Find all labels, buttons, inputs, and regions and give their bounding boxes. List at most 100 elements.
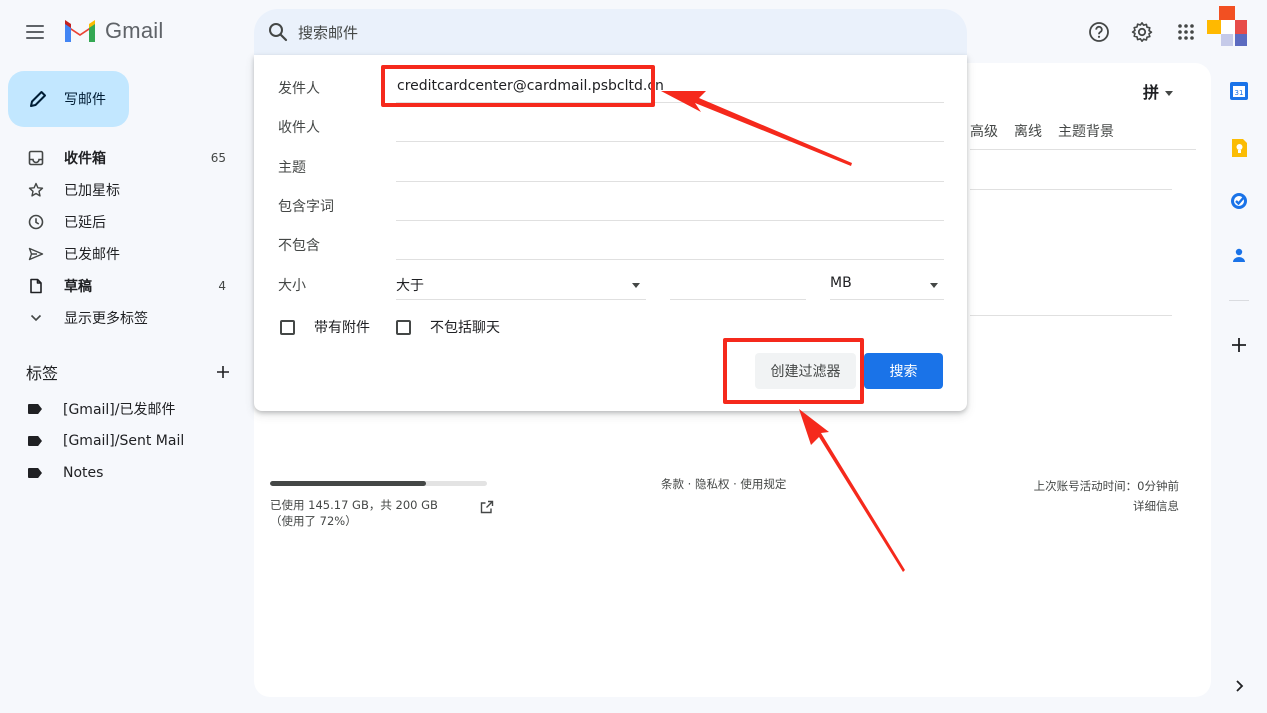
caret-down-icon bbox=[930, 283, 938, 292]
settings-gear-icon[interactable] bbox=[1131, 21, 1153, 43]
sidebar-item-label: 收件箱 bbox=[64, 151, 106, 167]
search-bar[interactable]: 搜索邮件 bbox=[254, 9, 967, 55]
storage-bar-fill bbox=[270, 481, 427, 486]
labels-header: 标签 bbox=[26, 360, 230, 384]
size-row: 大小 大于 MB bbox=[278, 270, 944, 300]
unread-count: 65 bbox=[210, 151, 226, 165]
calendar-icon[interactable]: 31 bbox=[1229, 81, 1249, 101]
settings-link-advanced[interactable]: 高级 bbox=[970, 121, 998, 141]
search-button[interactable]: 搜索 bbox=[864, 353, 943, 389]
apps-grid-icon[interactable] bbox=[1175, 21, 1197, 43]
storage-usage: 已使用 145.17 GB，共 200 GB（使用了 72%） bbox=[270, 481, 494, 529]
label-tag-icon bbox=[28, 404, 42, 414]
gmail-logo[interactable]: Gmail bbox=[63, 18, 163, 44]
footer-links[interactable]: 条款 · 隐私权 · 使用规定 bbox=[661, 476, 786, 492]
details-link[interactable]: 详细信息 bbox=[1034, 496, 1179, 516]
caret-down-icon bbox=[1165, 91, 1174, 100]
no-words-field[interactable] bbox=[396, 230, 944, 260]
last-activity: 上次账号活动时间：0分钟前 bbox=[1033, 479, 1179, 493]
input-tools-button[interactable]: 拼 bbox=[1143, 79, 1174, 103]
has-words-row: 包含字词 bbox=[278, 191, 944, 221]
label-item-text: [Gmail]/Sent Mail bbox=[63, 433, 185, 449]
add-addon-icon[interactable] bbox=[1229, 335, 1249, 355]
settings-link-offline[interactable]: 离线 bbox=[1014, 121, 1042, 141]
sidebar-item-more[interactable]: 显示更多标签 bbox=[0, 302, 240, 334]
to-field[interactable] bbox=[396, 112, 944, 142]
sidebar-item-sent[interactable]: 已发邮件 bbox=[0, 238, 240, 270]
main-menu-button[interactable] bbox=[25, 22, 45, 42]
highlight-box bbox=[723, 338, 864, 404]
has-attachment-checkbox[interactable] bbox=[280, 319, 295, 335]
input-tools-label: 拼 bbox=[1143, 83, 1160, 102]
settings-link-themes[interactable]: 主题背景 bbox=[1058, 121, 1114, 141]
subject-field[interactable] bbox=[396, 152, 944, 182]
to-label: 收件人 bbox=[278, 120, 320, 136]
search-input[interactable]: 搜索邮件 bbox=[298, 22, 358, 43]
open-external-icon[interactable] bbox=[480, 500, 494, 514]
label-tag-icon bbox=[28, 436, 42, 446]
draft-count: 4 bbox=[218, 279, 226, 293]
label-list: [Gmail]/已发邮件 [Gmail]/Sent Mail Notes bbox=[0, 393, 240, 489]
label-item[interactable]: [Gmail]/Sent Mail bbox=[0, 425, 240, 457]
has-words-field[interactable] bbox=[396, 191, 944, 221]
sidebar-item-label: 草稿 bbox=[64, 279, 92, 295]
storage-text: 已使用 145.17 GB，共 200 GB（使用了 72%） bbox=[270, 498, 438, 528]
svg-text:31: 31 bbox=[1235, 89, 1244, 97]
menu-icon bbox=[26, 25, 44, 27]
star-icon bbox=[27, 181, 45, 199]
tasks-icon[interactable] bbox=[1229, 191, 1249, 211]
gmail-m-icon bbox=[65, 20, 95, 42]
chevron-down-icon bbox=[27, 309, 45, 327]
inbox-icon bbox=[27, 149, 45, 167]
keep-icon[interactable] bbox=[1229, 138, 1249, 158]
app-name: Gmail bbox=[105, 18, 164, 43]
sidebar-item-drafts[interactable]: 草稿 4 bbox=[0, 270, 240, 302]
size-operator-value: 大于 bbox=[396, 278, 424, 294]
has-words-label: 包含字词 bbox=[278, 199, 334, 215]
chevron-right-icon[interactable] bbox=[1229, 676, 1249, 696]
add-label-icon[interactable] bbox=[216, 365, 230, 379]
file-icon bbox=[27, 277, 45, 295]
to-row: 收件人 bbox=[278, 112, 944, 142]
label-item-text: Notes bbox=[63, 465, 104, 481]
divider bbox=[1229, 300, 1249, 301]
settings-links: 高级 离线 主题背景 bbox=[970, 121, 1114, 141]
size-unit-value: MB bbox=[830, 275, 852, 291]
has-attachment-label: 带有附件 bbox=[314, 320, 370, 336]
sidebar-item-label: 显示更多标签 bbox=[64, 311, 148, 327]
labels-title: 标签 bbox=[26, 364, 59, 383]
exclude-chats-checkbox[interactable] bbox=[396, 319, 411, 335]
sidebar-item-starred[interactable]: 已加星标 bbox=[0, 174, 240, 206]
send-icon bbox=[27, 245, 45, 263]
clock-icon bbox=[27, 213, 45, 231]
checkbox-row: 带有附件 不包括聊天 bbox=[280, 317, 500, 337]
sidebar-item-label: 已发邮件 bbox=[64, 247, 120, 263]
size-value-input[interactable] bbox=[670, 270, 806, 300]
help-icon[interactable] bbox=[1088, 21, 1110, 43]
sidebar-item-label: 已延后 bbox=[64, 215, 106, 231]
contacts-icon[interactable] bbox=[1229, 245, 1249, 265]
label-item[interactable]: Notes bbox=[0, 457, 240, 489]
label-item-text: [Gmail]/已发邮件 bbox=[63, 402, 176, 418]
subject-label: 主题 bbox=[278, 160, 306, 176]
sidebar-nav: 收件箱 65 已加星标 已延后 已发邮件 草稿 4 显示更多标签 bbox=[0, 142, 240, 334]
divider bbox=[970, 189, 1172, 190]
compose-label: 写邮件 bbox=[64, 92, 106, 108]
sidebar-item-snoozed[interactable]: 已延后 bbox=[0, 206, 240, 238]
divider bbox=[970, 149, 1196, 150]
size-unit-select[interactable]: MB bbox=[830, 270, 944, 300]
account-activity: 上次账号活动时间：0分钟前 详细信息 bbox=[1034, 476, 1179, 516]
divider bbox=[970, 315, 1172, 316]
exclude-chats-label: 不包括聊天 bbox=[430, 320, 500, 336]
label-item[interactable]: [Gmail]/已发邮件 bbox=[0, 393, 240, 425]
size-operator-select[interactable]: 大于 bbox=[396, 270, 646, 300]
sidebar-item-inbox[interactable]: 收件箱 65 bbox=[0, 142, 240, 174]
label-tag-icon bbox=[28, 468, 42, 478]
caret-down-icon bbox=[632, 283, 640, 292]
account-avatar[interactable] bbox=[1207, 6, 1249, 48]
no-words-row: 不包含 bbox=[278, 230, 944, 260]
search-icon[interactable] bbox=[268, 22, 288, 42]
compose-button[interactable]: 写邮件 bbox=[8, 71, 129, 127]
pencil-icon bbox=[30, 91, 46, 107]
sidebar-item-label: 已加星标 bbox=[64, 183, 120, 199]
